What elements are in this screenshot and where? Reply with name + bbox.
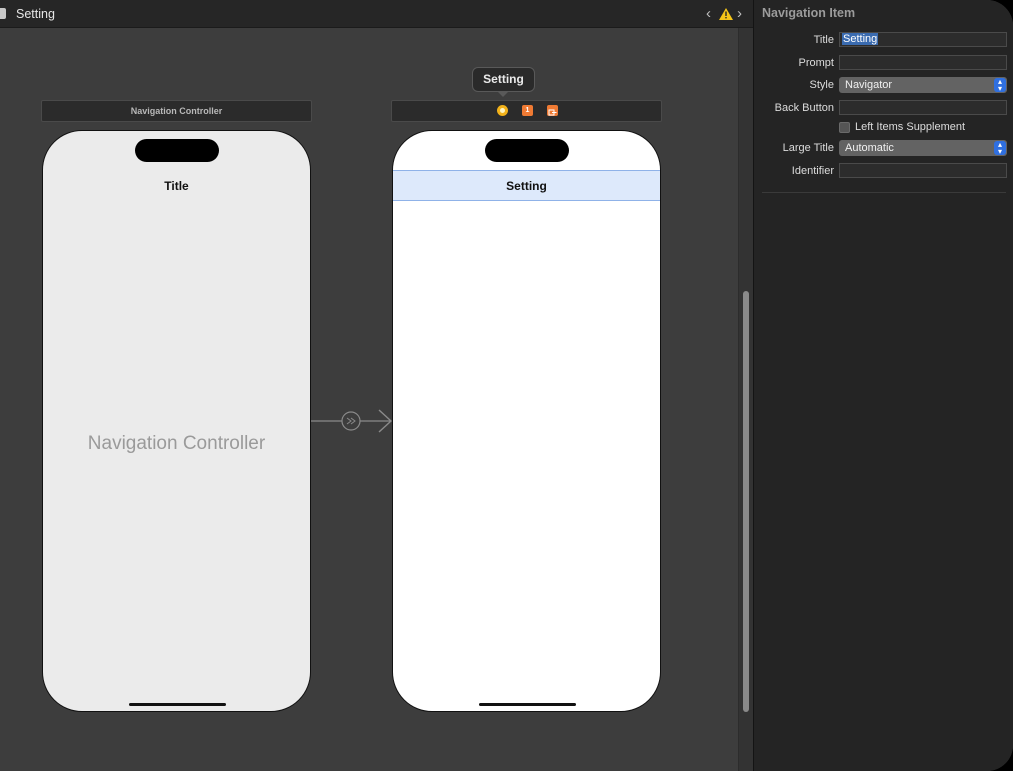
scene-tooltip: Setting — [472, 67, 535, 92]
chevron-up-down-icon: ▴ ▾ — [994, 141, 1006, 156]
attributes-inspector: Navigation Item Title Setting Prompt Sty… — [753, 0, 1013, 771]
large-title-select-value: Automatic — [845, 142, 894, 154]
style-label: Style — [809, 79, 834, 91]
relationship-segue[interactable] — [311, 407, 393, 435]
jump-bar-title[interactable]: Setting — [16, 7, 55, 21]
storyboard-editor: Setting ‹ › Setting Navigation Controlle… — [0, 0, 753, 771]
navigation-item-title: Setting — [506, 179, 547, 193]
left-items-supplement-label: Left Items Supplement — [855, 121, 966, 133]
chevron-up-down-icon: ▴ ▾ — [994, 78, 1006, 93]
dynamic-island — [135, 139, 219, 162]
prompt-field[interactable] — [839, 55, 1007, 70]
home-indicator — [479, 703, 576, 706]
warning-icon[interactable] — [719, 8, 733, 20]
tooltip-arrow — [497, 91, 509, 97]
exit-glyph — [548, 109, 557, 116]
xcode-window: Setting ‹ › Setting Navigation Controlle… — [0, 0, 1013, 771]
view-controller-icon[interactable] — [497, 105, 508, 116]
large-title-label: Large Title — [782, 142, 834, 154]
home-indicator — [129, 703, 226, 706]
navigation-controller-scene-dock[interactable]: Navigation Controller — [41, 100, 312, 122]
identifier-field[interactable] — [839, 163, 1007, 178]
scrollbar-thumb[interactable] — [743, 291, 749, 712]
identifier-label: Identifier — [791, 165, 834, 177]
section-divider — [762, 192, 1006, 193]
large-title-select[interactable]: Automatic ▴ ▾ — [839, 140, 1007, 156]
dynamic-island — [485, 139, 569, 162]
scene-placeholder-label: Navigation Controller — [87, 433, 266, 454]
chevron-right-icon[interactable]: › — [737, 6, 747, 21]
setting-scene[interactable]: Setting — [392, 130, 661, 712]
navigation-controller-scene[interactable]: Title Navigation Controller — [42, 130, 311, 712]
title-field-value: Setting — [842, 33, 879, 45]
inspector-section-title[interactable]: Navigation Item — [762, 6, 855, 20]
scene-dock-label: Navigation Controller — [130, 106, 223, 116]
storyboard-file-icon — [0, 8, 6, 19]
title-field[interactable]: Setting — [839, 32, 1007, 47]
first-responder-icon[interactable]: 1 — [522, 105, 533, 116]
jump-bar: Setting ‹ › — [0, 0, 753, 28]
prompt-label: Prompt — [798, 57, 834, 69]
setting-scene-dock[interactable]: 1 — [391, 100, 662, 122]
back-button-field[interactable] — [839, 100, 1007, 115]
exit-icon[interactable] — [547, 105, 558, 116]
chevron-left-icon[interactable]: ‹ — [706, 6, 716, 21]
back-button-label: Back Button — [774, 102, 834, 114]
style-select-value: Navigator — [845, 79, 893, 91]
style-select[interactable]: Navigator ▴ ▾ — [839, 77, 1007, 93]
first-responder-glyph: 1 — [525, 107, 530, 114]
title-label: Title — [813, 34, 834, 46]
left-items-supplement-checkbox[interactable] — [839, 122, 850, 133]
vertical-scrollbar[interactable] — [738, 28, 753, 771]
selected-navigation-item[interactable]: Setting — [393, 170, 660, 201]
navigation-bar-title[interactable]: Title — [43, 179, 310, 193]
segue-icon — [346, 417, 356, 425]
